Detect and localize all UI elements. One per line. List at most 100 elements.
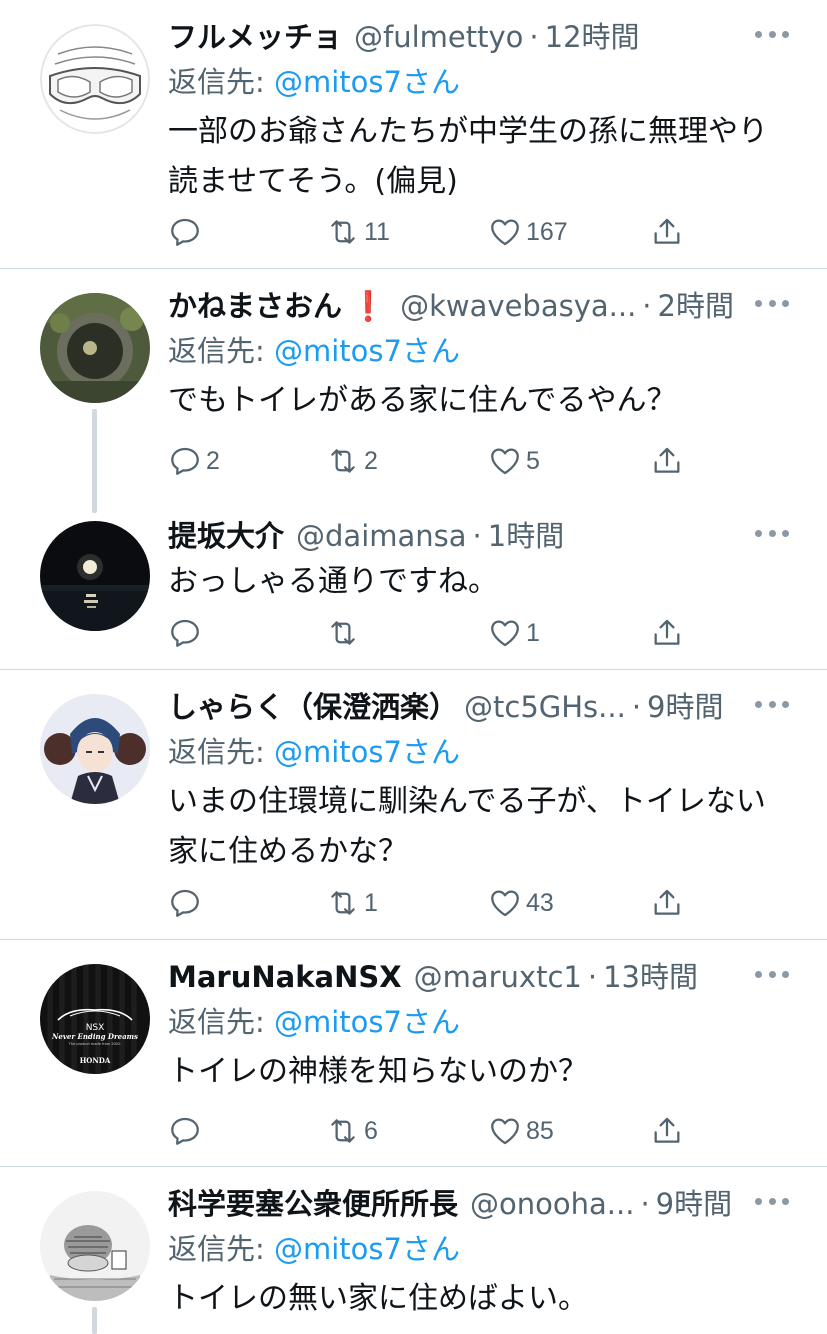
tweet-header: 提坂大介 @daimansa · 1時間 [168,515,789,557]
tweet-header: MaruNakaNSX @maruxtc1 · 13時間 [168,956,789,998]
reply-button[interactable]: 2 [168,441,220,481]
tweet[interactable]: 提坂大介 @daimansa · 1時間 おっしゃる通りですね。 1 [0,499,827,669]
display-name[interactable]: かねまさおん [168,285,342,327]
reply-to: 返信先: @mitos7さん [168,1001,787,1043]
thread-connector-line [92,409,97,513]
tweet-actions: 11 167 [168,212,698,252]
separator: · [472,519,482,553]
timestamp[interactable]: 1時間 [488,515,564,557]
like-count: 167 [526,217,568,246]
more-options-icon[interactable] [755,523,789,543]
reply-icon [171,218,199,246]
tweet[interactable]: NSX Never Ending Dreams The product made… [0,940,827,1166]
reply-button[interactable] [168,613,206,653]
share-button[interactable] [650,441,684,481]
reply-mention-link[interactable]: @mitos7さん [274,65,460,99]
subline-label: The product made from 2002. [68,1042,122,1046]
tweet[interactable]: しゃらく（保澄洒楽） @tc5GHs... · 9時間 返信先: @mitos7… [0,670,827,939]
separator: · [587,960,598,994]
like-button[interactable]: 5 [488,441,540,481]
timestamp[interactable]: 13時間 [603,956,698,998]
more-options-icon[interactable] [755,293,789,313]
retweet-button[interactable] [326,613,364,653]
reply-to: 返信先: @mitos7さん [168,61,787,103]
reply-button[interactable] [168,883,206,923]
timestamp[interactable]: 9時間 [656,1183,732,1225]
share-button[interactable] [650,212,684,252]
more-options-icon[interactable] [755,964,789,984]
tweet-header: しゃらく（保澄洒楽） @tc5GHs... · 9時間 [168,686,789,728]
tweet-text-line: いまの住環境に馴染んでる子が、トイレない [168,784,766,819]
display-name[interactable]: MaruNakaNSX [168,956,402,998]
user-handle[interactable]: @tc5GHs... [464,686,626,728]
user-handle[interactable]: @onooha... [470,1183,634,1225]
avatar[interactable] [40,24,150,134]
heart-icon [491,890,519,917]
display-name[interactable]: 科学要塞公衆便所所長 [168,1183,458,1225]
tweet[interactable]: かねまさおん ❗ @kwavebasya... · 2時間 返信先: @mito… [0,269,827,513]
reply-to: 返信先: @mitos7さん [168,330,787,372]
like-count: 5 [526,446,540,475]
tweet[interactable]: 科学要塞公衆便所所長 @onooha... · 9時間 返信先: @mitos7… [0,1167,827,1334]
like-button[interactable]: 167 [488,212,568,252]
share-icon [654,447,680,473]
avatar[interactable] [40,694,150,804]
display-name[interactable]: フルメッチョ [168,16,342,58]
like-button[interactable]: 1 [488,613,540,653]
retweet-button[interactable]: 1 [326,883,378,923]
user-handle[interactable]: @kwavebasya... [400,285,636,327]
user-handle[interactable]: @fulmettyo [354,16,523,58]
manga-sketch-avatar-icon [40,1191,150,1301]
tweet-text-line: 読ませてそう。(偏見) [168,164,458,199]
reply-mention-link[interactable]: @mitos7さん [274,1232,460,1266]
tweet[interactable]: フルメッチョ @fulmettyo · 12時間 返信先: @mitos7さん … [0,0,827,268]
tweet-text: おっしゃる通りですね。 [168,557,787,607]
more-options-icon[interactable] [755,694,789,714]
anime-character-avatar-icon [40,694,150,804]
share-button[interactable] [650,883,684,923]
more-options-icon[interactable] [755,24,789,44]
tweet-text-line: でもトイレがある家に住んでるやん？ [168,383,677,418]
retweet-icon [331,621,355,645]
tweet-text: トイレの神様を知らないのか？ [168,1047,787,1097]
avatar[interactable] [40,1191,150,1301]
timestamp[interactable]: 9時間 [647,686,723,728]
tweet-actions: 2 2 5 [168,441,698,481]
avatar[interactable]: NSX Never Ending Dreams The product made… [40,964,150,1074]
timestamp[interactable]: 12時間 [545,16,640,58]
user-handle[interactable]: @maruxtc1 [414,956,582,998]
reply-icon [171,619,199,647]
tweet-text-line: トイレの神様を知らないのか？ [168,1054,588,1089]
retweet-button[interactable]: 6 [326,1111,378,1151]
display-name[interactable]: しゃらく（保澄洒楽） [168,686,458,728]
tweet-actions: 1 43 [168,883,698,923]
reply-mention-link[interactable]: @mitos7さん [274,334,460,368]
like-button[interactable]: 85 [488,1111,554,1151]
heart-icon [491,1118,519,1145]
reply-mention-link[interactable]: @mitos7さん [274,1005,460,1039]
retweet-button[interactable]: 2 [326,441,378,481]
retweet-button[interactable]: 11 [326,212,390,252]
timestamp[interactable]: 2時間 [658,285,734,327]
reply-mention-link[interactable]: @mitos7さん [274,735,460,769]
tweet-content: 提坂大介 @daimansa · 1時間 おっしゃる通りですね。 [168,515,789,607]
like-count: 85 [526,1116,554,1145]
tweet-header: 科学要塞公衆便所所長 @onooha... · 9時間 [168,1183,789,1225]
user-handle[interactable]: @daimansa [296,515,467,557]
more-options-icon[interactable] [755,1191,789,1211]
like-button[interactable]: 43 [488,883,554,923]
reply-button[interactable] [168,212,206,252]
reply-icon [171,889,199,917]
tweet-text: トイレの無い家に住めばよい。 [168,1274,787,1324]
share-button[interactable] [650,613,684,653]
reply-to-label: 返信先: [168,334,274,368]
retweet-icon [331,220,355,244]
avatar[interactable] [40,293,150,403]
separator: · [640,1187,650,1221]
share-button[interactable] [650,1111,684,1151]
tweet-text-line: トイレの無い家に住めばよい。 [168,1281,588,1316]
reply-button[interactable] [168,1111,206,1151]
reply-to-label: 返信先: [168,735,274,769]
display-name[interactable]: 提坂大介 [168,515,284,557]
avatar[interactable] [40,521,150,631]
